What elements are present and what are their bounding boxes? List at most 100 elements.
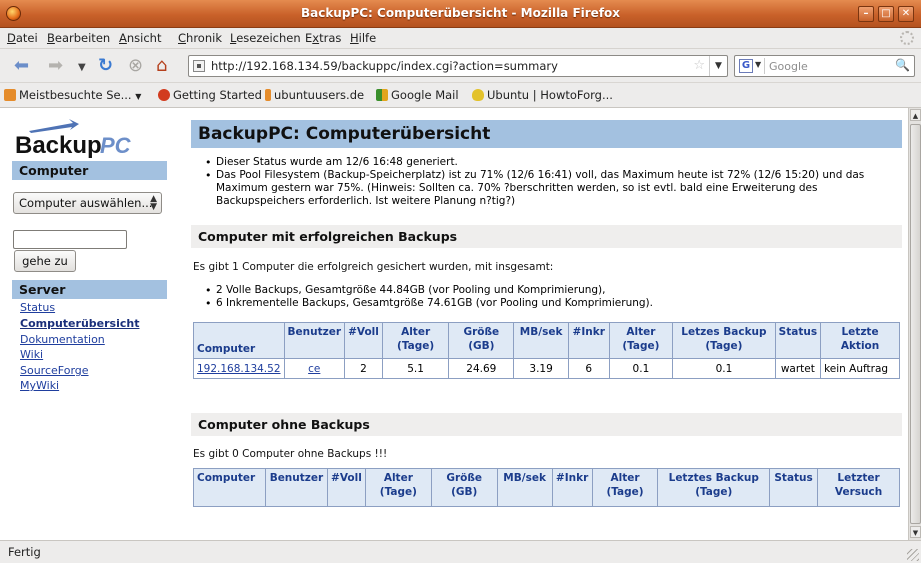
forward-arrow-icon[interactable]: ➡ [48,56,63,76]
home-icon[interactable]: ⌂ [156,56,167,76]
search-icon[interactable]: 🔍 [895,58,910,72]
col-letzter-versuch[interactable]: Letzter Versuch [817,468,900,507]
minimize-button[interactable]: – [858,6,874,22]
url-bar[interactable]: http://192.168.134.59/backuppc/index.cgi… [188,55,728,77]
close-button[interactable]: ✕ [898,6,914,22]
search-engine-selector[interactable]: G ▼ [737,58,765,74]
bookmark-howtoforge[interactable]: Ubuntu | HowtoForg... [472,88,613,102]
google-icon: G [739,59,753,73]
url-text[interactable]: http://192.168.134.59/backuppc/index.cgi… [211,59,558,73]
computer-heading: Computer [12,161,167,180]
scrollbar-thumb[interactable] [910,124,921,524]
status-pool-filesystem: Das Pool Filesystem (Backup-Speicherplat… [205,169,900,208]
bookmark-ubuntuusers[interactable]: ubuntuusers.de [265,88,364,102]
col-benutzer[interactable]: Benutzer [264,468,328,507]
page-content: Backup PC Computer Computer auswählen...… [0,108,908,540]
logo-text-pc: PC [100,133,132,158]
col-voll[interactable]: #Voll [344,322,383,359]
menu-label: tras [319,31,342,45]
col-groesse[interactable]: Größe (GB) [430,468,498,507]
status-bar: Fertig [0,540,921,563]
full-backups-total: 2 Volle Backups, Gesamtgröße 44.84GB (vo… [205,284,900,297]
cell-computer[interactable]: 192.168.134.52 [193,358,285,379]
user-link[interactable]: ce [308,363,320,375]
menu-bearbeiten[interactable]: Bearbeiten [47,31,110,45]
menu-chronik[interactable]: Chronik [178,31,222,45]
col-inkr[interactable]: #Inkr [551,468,593,507]
scroll-up-icon[interactable]: ▲ [910,109,921,121]
host-link[interactable]: 192.168.134.52 [197,363,281,375]
history-dropdown-icon[interactable]: ▼ [78,58,86,78]
host-input[interactable] [13,230,127,249]
col-benutzer[interactable]: Benutzer [283,322,346,359]
menu-hilfe[interactable]: Hilfe [350,31,376,45]
col-alter-inkr[interactable]: Alter (Tage) [608,322,674,359]
search-bar[interactable]: G ▼ Google 🔍 [734,55,915,77]
col-alter-voll[interactable]: Alter (Tage) [381,322,450,359]
nav-link-dokumentation[interactable]: Dokumentation [20,333,105,346]
menu-label: ilfe [358,31,377,45]
folder-icon [4,89,16,101]
without-backups-summary: Es gibt 0 Computer ohne Backups !!! [193,448,388,460]
stop-icon[interactable]: ⊗ [128,56,143,76]
bookmark-star-icon[interactable]: ☆ [693,58,705,73]
cell-benutzer[interactable]: ce [283,358,346,379]
cell-alter-inkr: 0.1 [608,358,674,379]
bookmark-getting-started[interactable]: Getting Started [158,88,262,102]
menu-accel: B [47,31,55,45]
col-mbsek[interactable]: MB/sek [496,468,553,507]
resize-grip-icon[interactable] [907,549,919,561]
col-letztes-backup[interactable]: Letztes Backup (Tage) [657,468,771,507]
menu-datei[interactable]: Datei [7,31,38,45]
back-arrow-icon[interactable]: ⬅ [14,56,29,76]
backup-totals-list: 2 Volle Backups, Gesamtgröße 44.84GB (vo… [205,284,900,310]
go-button[interactable]: gehe zu [14,250,76,272]
col-groesse[interactable]: Größe (GB) [448,322,515,359]
bookmark-google-mail[interactable]: Google Mail [376,88,459,102]
col-inkr[interactable]: #Inkr [567,322,610,359]
select-updown-icon: ▲ ▼ [150,194,157,212]
nav-link-wiki[interactable]: Wiki [20,348,43,361]
bookmarks-toolbar: Meistbesuchte Se... ▼ Getting Started ub… [0,83,921,108]
cell-inkr: 6 [567,358,610,379]
page-title: BackupPC: Computerübersicht [191,120,902,148]
col-letzte-aktion[interactable]: Letzte Aktion [820,322,900,359]
nav-link-computeruebersicht[interactable]: Computerübersicht [20,317,139,330]
chevron-down-icon: ▼ [755,60,762,69]
google-mail-icon [376,89,388,101]
col-mbsek[interactable]: MB/sek [513,322,569,359]
throbber-icon [900,31,914,45]
window-titlebar[interactable]: BackupPC: Computerübersicht - Mozilla Fi… [0,0,921,28]
col-status[interactable]: Status [774,322,822,359]
cell-letzte-aktion: kein Auftrag [820,358,900,379]
col-alter-inkr[interactable]: Alter (Tage) [591,468,659,507]
host-select[interactable]: Computer auswählen... ▲ ▼ [13,192,162,214]
bookmark-label: ubuntuusers.de [274,88,365,102]
bookmark-most-visited[interactable]: Meistbesuchte Se... ▼ [4,88,141,102]
col-status[interactable]: Status [769,468,819,507]
menu-ansicht[interactable]: Ansicht [119,31,161,45]
scroll-down-icon[interactable]: ▼ [910,526,921,538]
logo-arrow-shape [29,119,79,133]
menu-lesezeichen[interactable]: Lesezeichen [230,31,301,45]
col-alter-voll[interactable]: Alter (Tage) [364,468,432,507]
reload-icon[interactable]: ↻ [98,56,113,76]
menu-label: atei [15,31,38,45]
col-voll[interactable]: #Voll [326,468,366,507]
col-computer[interactable]: Computer [193,322,285,359]
menu-extras[interactable]: Extras [305,31,341,45]
url-dropdown-icon[interactable]: ▼ [709,56,727,76]
status-text: Fertig [8,545,41,559]
nav-link-mywiki[interactable]: MyWiki [20,379,59,392]
nav-link-status[interactable]: Status [20,301,55,314]
menu-label: esezeichen [236,31,301,45]
vertical-scrollbar[interactable]: ▲ ▼ [908,108,921,540]
bookmark-label: Google Mail [391,88,459,102]
col-computer[interactable]: Computer [193,468,266,507]
maximize-button[interactable]: □ [878,6,894,22]
nav-link-sourceforge[interactable]: SourceForge [20,364,89,377]
col-letzes-backup[interactable]: Letzes Backup (Tage) [672,322,776,359]
bookmark-label: Ubuntu | HowtoForg... [487,88,613,102]
search-input[interactable]: Google [769,60,808,73]
menu-accel: D [7,31,16,45]
